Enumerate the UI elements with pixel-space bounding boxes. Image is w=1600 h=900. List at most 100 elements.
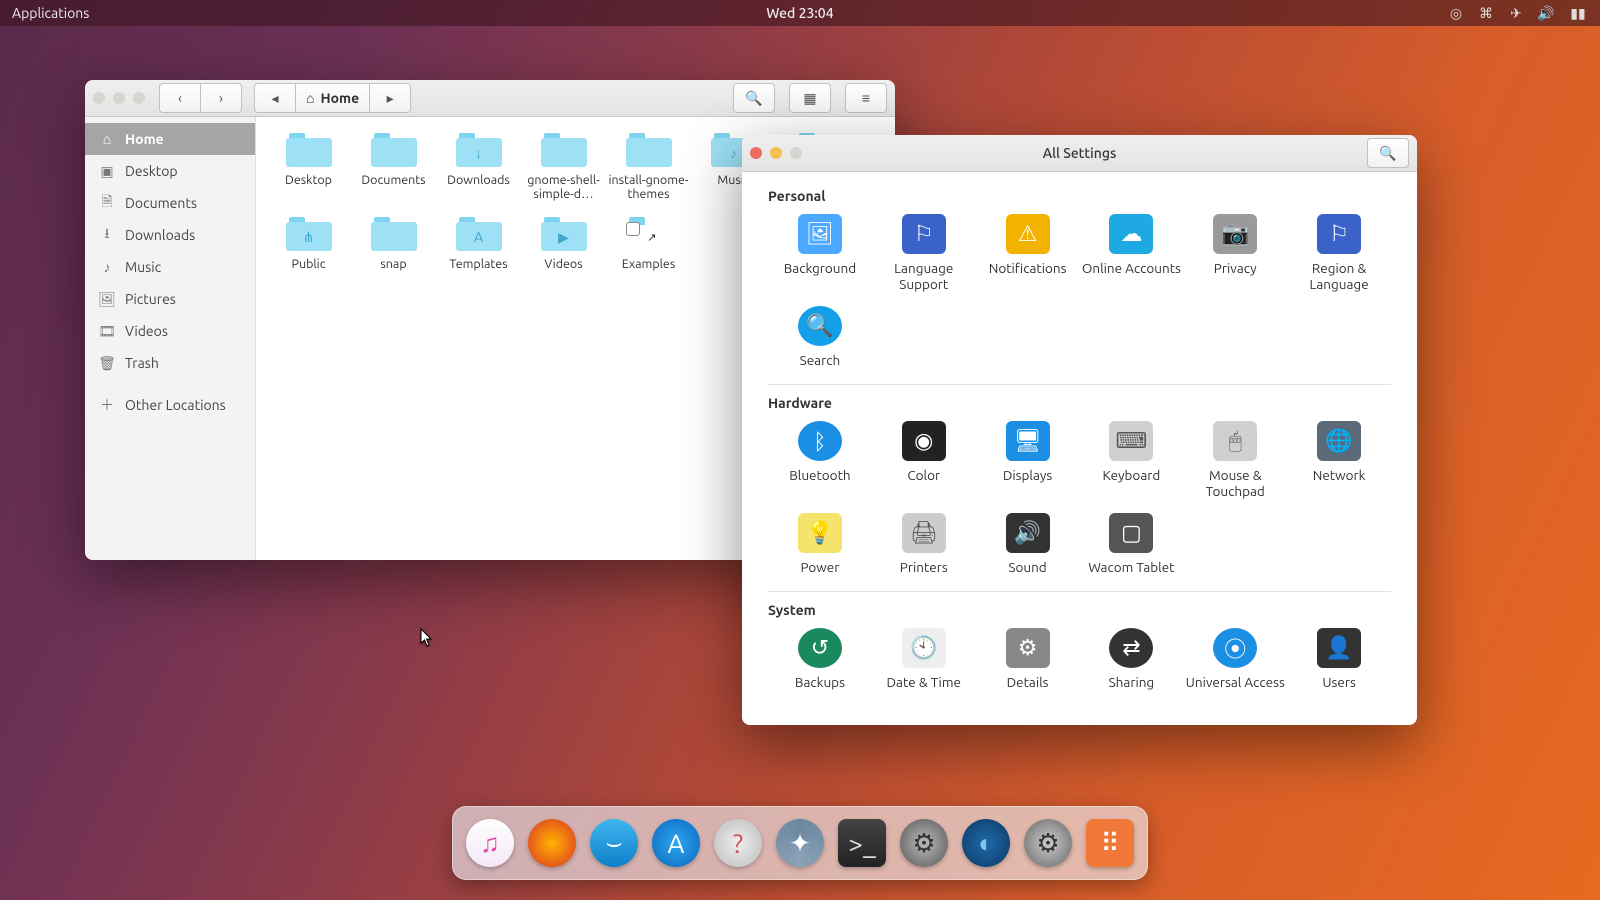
tray-volume-icon[interactable]: 🔊 [1538, 5, 1554, 21]
settings-item-sharing[interactable]: ⇄Sharing [1080, 628, 1184, 690]
window-controls [750, 147, 802, 159]
folder-item[interactable]: Desktop [266, 133, 351, 201]
folder-icon [541, 133, 587, 167]
sidebar-item-label: Music [125, 259, 161, 275]
dock-itunes[interactable]: ♫ [466, 819, 514, 867]
settings-search-button[interactable]: 🔍 [1367, 138, 1409, 168]
settings-item-label: Sound [976, 559, 1080, 575]
hamburger-menu-button[interactable]: ≡ [845, 83, 887, 113]
sidebar-item-music[interactable]: ♪Music [85, 251, 255, 283]
folder-item[interactable]: Documents [351, 133, 436, 201]
folder-item[interactable]: snap [351, 217, 436, 271]
dock-appstore[interactable]: A [652, 819, 700, 867]
settings-item-label: Search [768, 352, 872, 368]
dock-settings-gear[interactable]: ⚙ [900, 819, 948, 867]
folder-item[interactable]: ▶Videos [521, 217, 606, 271]
sidebar-item-label: Desktop [125, 163, 178, 179]
search-icon: 🔍 [798, 306, 842, 346]
settings-item-color[interactable]: ◉Color [872, 421, 976, 499]
section-title: Hardware [768, 395, 1391, 411]
path-prev-button[interactable]: ◂ [254, 83, 295, 113]
settings-item-wacom-tablet[interactable]: ▢Wacom Tablet [1080, 513, 1184, 575]
dock-screenshot[interactable]: ✦ [776, 819, 824, 867]
settings-item-displays[interactable]: 🖥Displays [976, 421, 1080, 499]
dock-dash[interactable]: ◐ [962, 819, 1010, 867]
sidebar-item-trash[interactable]: 🗑Trash [85, 347, 255, 379]
sidebar-item-pictures[interactable]: 🖼Pictures [85, 283, 255, 315]
maximize-button[interactable] [133, 92, 145, 104]
settings-item-background[interactable]: 🖼Background [768, 214, 872, 292]
folder-item[interactable]: ATemplates [436, 217, 521, 271]
sidebar-item-home[interactable]: ⌂Home [85, 123, 255, 155]
close-button[interactable] [750, 147, 762, 159]
search-button[interactable]: 🔍 [733, 83, 775, 113]
clock[interactable]: Wed 23:04 [766, 5, 833, 21]
settings-item-date-time[interactable]: 🕙Date & Time [872, 628, 976, 690]
tray-battery-icon[interactable]: ▮▮ [1568, 5, 1588, 21]
desktop-icon: ▣ [99, 163, 115, 179]
folder-item[interactable]: ↗Examples [606, 217, 691, 271]
back-button[interactable]: ‹ [159, 83, 200, 113]
forward-button[interactable]: › [200, 83, 242, 113]
top-bar: Applications Wed 23:04 ◎ ⌘ ✈ 🔊 ▮▮ [0, 0, 1600, 26]
close-button[interactable] [93, 92, 105, 104]
tray-network-icon[interactable]: ⌘ [1478, 5, 1494, 21]
user-icon: 👤 [1317, 628, 1361, 668]
dock-system-settings[interactable]: ⚙ [1024, 819, 1072, 867]
folder-label: Examples [606, 257, 691, 271]
folder-item[interactable]: gnome-shell-simple-d… [521, 133, 606, 201]
dock-firefox[interactable] [528, 819, 576, 867]
sidebar-item-desktop[interactable]: ▣ Desktop [85, 155, 255, 187]
breadcrumb-home[interactable]: ⌂ Home [295, 83, 369, 113]
settings-item-universal-access[interactable]: ⦿Universal Access [1183, 628, 1287, 690]
settings-item-label: Sharing [1080, 674, 1184, 690]
folder-item[interactable]: ↓Downloads [436, 133, 521, 201]
tray-airplane-icon[interactable]: ✈ [1508, 5, 1524, 21]
sidebar-other-locations[interactable]: ＋Other Locations [85, 389, 255, 421]
settings-titlebar[interactable]: All Settings 🔍 [742, 135, 1417, 172]
settings-item-bluetooth[interactable]: ᛒBluetooth [768, 421, 872, 499]
settings-item-label: Keyboard [1080, 467, 1184, 483]
sidebar-item-downloads[interactable]: ⭳Downloads [85, 219, 255, 251]
settings-item-label: Background [768, 260, 872, 276]
dock-terminal[interactable]: >_ [838, 819, 886, 867]
sidebar-item-label: Trash [125, 355, 159, 371]
settings-item-label: Date & Time [872, 674, 976, 690]
folder-label: gnome-shell-simple-d… [521, 173, 606, 201]
settings-item-notifications[interactable]: ⚠Notifications [976, 214, 1080, 292]
settings-item-region-language[interactable]: ⚐Region & Language [1287, 214, 1391, 292]
settings-item-label: Displays [976, 467, 1080, 483]
settings-item-online-accounts[interactable]: ☁Online Accounts [1080, 214, 1184, 292]
settings-item-privacy[interactable]: 📷Privacy [1183, 214, 1287, 292]
dock-finder[interactable]: ⌣ [590, 819, 638, 867]
sidebar-item-videos[interactable]: 🎞Videos [85, 315, 255, 347]
folder-item[interactable]: install-gnome-themes [606, 133, 691, 201]
settings-item-language-support[interactable]: ⚐Language Support [872, 214, 976, 292]
sidebar-item-documents[interactable]: 🗎Documents [85, 187, 255, 219]
applications-menu[interactable]: Applications [12, 5, 89, 21]
settings-item-mouse-touchpad[interactable]: 🖱Mouse & Touchpad [1183, 421, 1287, 499]
settings-item-keyboard[interactable]: ⌨Keyboard [1080, 421, 1184, 499]
pictures-icon: 🖼 [99, 291, 115, 307]
settings-item-details[interactable]: ⚙Details [976, 628, 1080, 690]
sidebar-item-label: Videos [125, 323, 168, 339]
maximize-button[interactable] [790, 147, 802, 159]
path-next-button[interactable]: ▸ [369, 83, 411, 113]
files-titlebar[interactable]: ‹ › ◂ ⌂ Home ▸ 🔍 ▦ ≡ [85, 80, 895, 117]
settings-item-users[interactable]: 👤Users [1287, 628, 1391, 690]
dock-apps-grid[interactable]: ⠿ [1086, 819, 1134, 867]
settings-item-search[interactable]: 🔍 Search [768, 306, 872, 368]
tray-settings-icon[interactable]: ◎ [1448, 5, 1464, 21]
folder-label: Desktop [266, 173, 351, 187]
dock-help[interactable]: ? [714, 819, 762, 867]
minimize-button[interactable] [113, 92, 125, 104]
settings-item-network[interactable]: 🌐Network [1287, 421, 1391, 499]
settings-item-printers[interactable]: 🖨Printers [872, 513, 976, 575]
minimize-button[interactable] [770, 147, 782, 159]
settings-item-power[interactable]: 💡Power [768, 513, 872, 575]
folder-item[interactable]: ⋔Public [266, 217, 351, 271]
settings-item-backups[interactable]: ↺Backups [768, 628, 872, 690]
view-grid-button[interactable]: ▦ [789, 83, 831, 113]
settings-item-sound[interactable]: 🔊Sound [976, 513, 1080, 575]
gear-icon: ⚙ [1006, 628, 1050, 668]
